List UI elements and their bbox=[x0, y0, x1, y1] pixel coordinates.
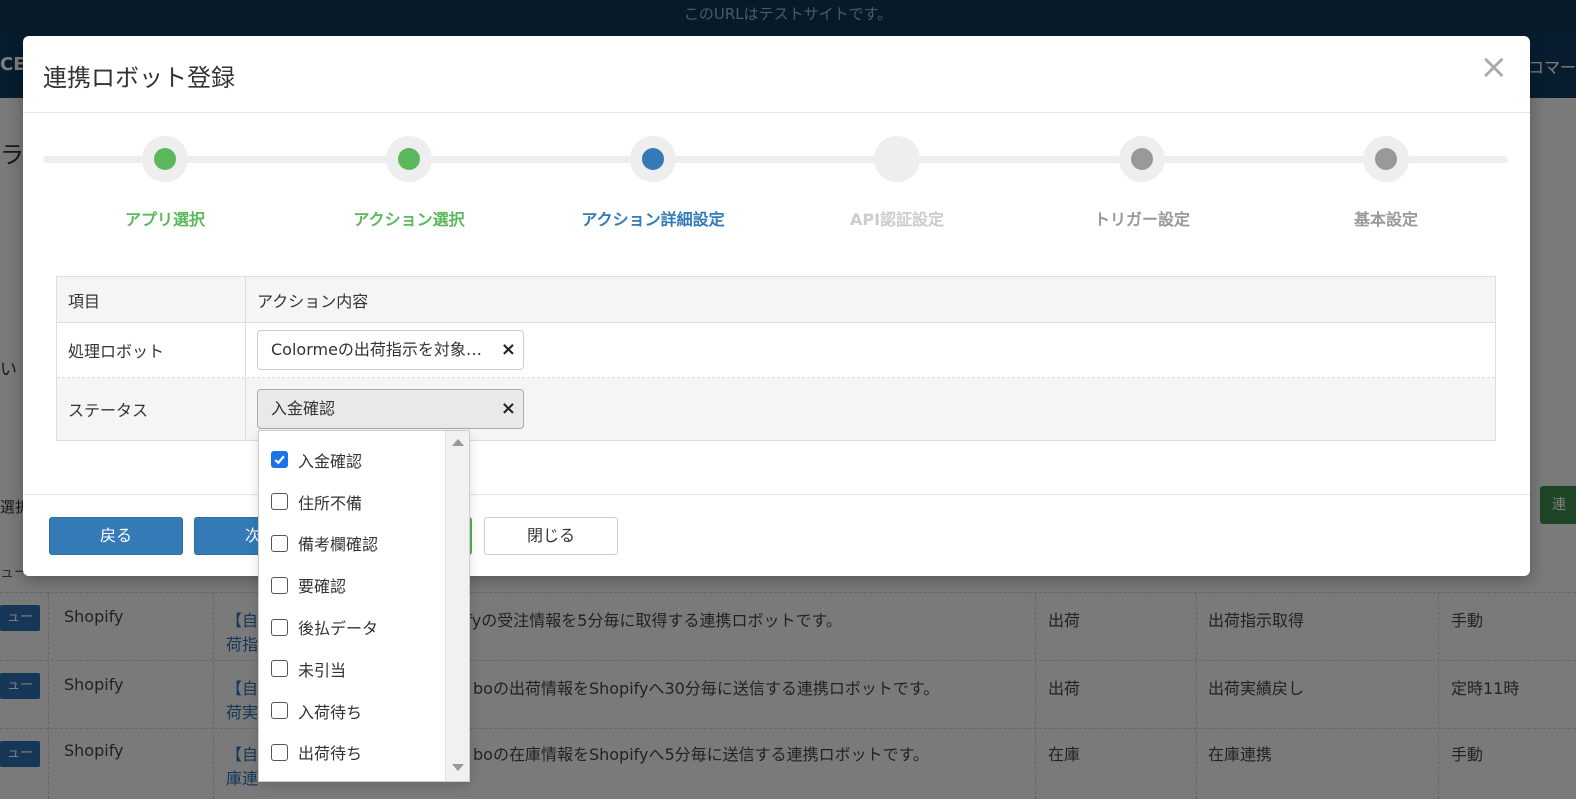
back-button[interactable]: 戻る bbox=[49, 517, 183, 555]
checkbox-icon[interactable] bbox=[271, 702, 288, 720]
status-option-label: 入荷待ち bbox=[298, 702, 363, 722]
modal-footer: 戻る 次へ 登録 閉じる bbox=[23, 494, 1530, 576]
status-option[interactable]: 出荷待ち bbox=[259, 732, 446, 774]
status-option[interactable]: 入荷待ち bbox=[259, 690, 446, 732]
checkbox-icon[interactable] bbox=[271, 660, 288, 678]
step-dot bbox=[886, 148, 908, 170]
checkbox-icon[interactable] bbox=[271, 493, 288, 511]
status-option-label: 要確認 bbox=[298, 577, 347, 597]
step-dot bbox=[398, 148, 420, 170]
robot-row: 処理ロボット Colormeの出荷指示を対象に連携 × bbox=[57, 323, 1495, 378]
header-item: 項目 bbox=[57, 277, 246, 322]
status-option-label: 未引当 bbox=[298, 660, 347, 680]
status-option-label: 後払データ bbox=[298, 619, 379, 639]
status-dropdown[interactable]: 入金確認住所不備備考欄確認要確認後払データ未引当入荷待ち出荷待ち bbox=[258, 430, 470, 782]
step-label: トリガー設定 bbox=[1093, 210, 1190, 229]
status-option-label: 住所不備 bbox=[298, 493, 363, 513]
action-settings-table: 項目 アクション内容 処理ロボット Colormeの出荷指示を対象に連携 × ス… bbox=[56, 276, 1496, 441]
close-icon[interactable]: × bbox=[1480, 50, 1509, 84]
status-option-label: 入金確認 bbox=[298, 451, 363, 471]
scroll-down-arrow-icon[interactable] bbox=[452, 764, 464, 771]
status-option-label: 備考欄確認 bbox=[298, 535, 379, 555]
checkbox-icon[interactable] bbox=[271, 743, 288, 761]
status-label: ステータス bbox=[57, 378, 246, 440]
step-dot bbox=[1375, 148, 1397, 170]
status-option[interactable]: 住所不備 bbox=[259, 481, 446, 523]
status-option-label: 出荷待ち bbox=[298, 744, 363, 764]
dropdown-scrollbar[interactable] bbox=[445, 431, 469, 781]
step-label: API認証設定 bbox=[849, 210, 945, 229]
modal-title: 連携ロボット登録 bbox=[43, 64, 235, 92]
register-robot-modal: 連携ロボット登録 × アプリ選択 アクション選択 アクション詳細設定 API認証… bbox=[23, 36, 1530, 576]
status-select-value: 入金確認 bbox=[271, 399, 336, 418]
status-option-list: 入金確認住所不備備考欄確認要確認後払データ未引当入荷待ち出荷待ち bbox=[259, 439, 446, 773]
step-api-auth: API認証設定 bbox=[797, 136, 997, 230]
clear-icon[interactable]: × bbox=[501, 331, 516, 369]
step-basic: 基本設定 bbox=[1286, 136, 1486, 230]
header-action: アクション内容 bbox=[257, 291, 369, 311]
step-label: アクション選択 bbox=[353, 210, 465, 229]
status-select[interactable]: 入金確認 × bbox=[257, 389, 524, 429]
step-app-select: アプリ選択 bbox=[65, 136, 265, 230]
step-action-detail: アクション詳細設定 bbox=[553, 136, 753, 230]
clear-icon[interactable]: × bbox=[501, 390, 516, 428]
progress-stepper: アプリ選択 アクション選択 アクション詳細設定 API認証設定 トリガー設定 基… bbox=[43, 136, 1508, 246]
checkbox-checked-icon[interactable] bbox=[271, 451, 288, 469]
robot-label: 処理ロボット bbox=[57, 323, 246, 377]
status-option[interactable]: 備考欄確認 bbox=[259, 523, 446, 565]
status-option[interactable]: 後払データ bbox=[259, 606, 446, 648]
step-dot bbox=[1131, 148, 1153, 170]
robot-select-value: Colormeの出荷指示を対象に連携 bbox=[271, 340, 514, 359]
step-label: 基本設定 bbox=[1353, 210, 1418, 229]
step-label: アクション詳細設定 bbox=[581, 210, 725, 229]
step-dot bbox=[154, 148, 176, 170]
scroll-up-arrow-icon[interactable] bbox=[452, 439, 464, 446]
status-option[interactable]: 要確認 bbox=[259, 564, 446, 606]
close-button[interactable]: 閉じる bbox=[484, 517, 618, 555]
status-option[interactable]: 入金確認 bbox=[259, 439, 446, 481]
modal-header: 連携ロボット登録 × bbox=[23, 36, 1530, 113]
checkbox-icon[interactable] bbox=[271, 618, 288, 636]
step-label: アプリ選択 bbox=[124, 210, 205, 229]
step-trigger: トリガー設定 bbox=[1042, 136, 1242, 230]
checkbox-icon[interactable] bbox=[271, 534, 288, 552]
step-dot bbox=[642, 148, 664, 170]
table-header-row: 項目 アクション内容 bbox=[57, 277, 1495, 323]
checkbox-icon[interactable] bbox=[271, 576, 288, 594]
status-option[interactable]: 未引当 bbox=[259, 648, 446, 690]
robot-select[interactable]: Colormeの出荷指示を対象に連携 × bbox=[257, 330, 524, 370]
step-action-select: アクション選択 bbox=[309, 136, 509, 230]
